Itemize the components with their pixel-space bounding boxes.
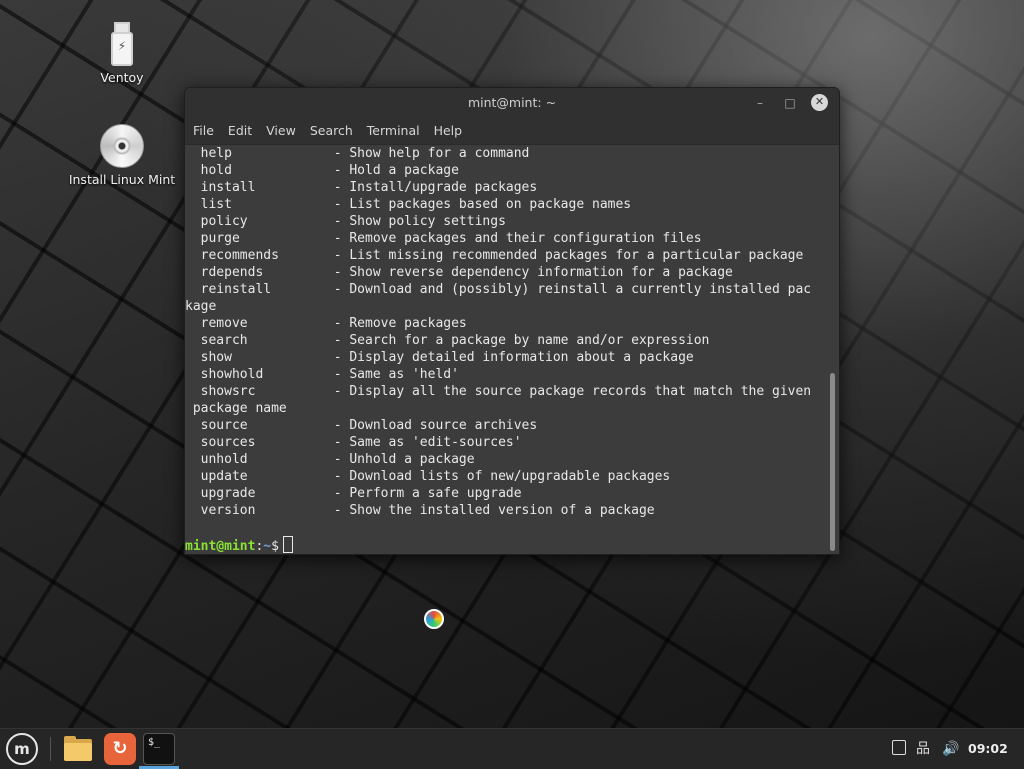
menu-file[interactable]: File — [193, 123, 214, 138]
menu-terminal[interactable]: Terminal — [367, 123, 420, 138]
menu-help[interactable]: Help — [434, 123, 463, 138]
network-icon[interactable]: 品 — [916, 729, 930, 769]
menu-edit[interactable]: Edit — [228, 123, 252, 138]
update-manager-icon[interactable]: ↻ — [104, 733, 136, 765]
tray-notification-icon[interactable] — [892, 729, 906, 769]
shell-prompt: mint@mint:~$ — [185, 536, 827, 553]
terminal-line: help - Show help for a command — [185, 146, 530, 161]
desktop-icon-install-linux-mint[interactable]: Install Linux Mint — [62, 124, 182, 187]
linux-mint-menu-icon[interactable]: m — [6, 733, 38, 765]
terminal-line: showsrc - Display all the source package… — [185, 384, 812, 399]
prompt-user: mint@mint — [185, 539, 256, 553]
disc-icon — [100, 124, 144, 168]
terminal-line: list - List packages based on package na… — [185, 197, 632, 212]
terminal-line: hold - Hold a package — [185, 163, 459, 178]
terminal-line: search - Search for a package by name an… — [185, 333, 710, 348]
terminal-line: kage — [185, 299, 217, 314]
prompt-path: ~ — [263, 539, 272, 553]
text-cursor — [282, 536, 293, 553]
desktop-icon-label: Install Linux Mint — [68, 172, 176, 187]
desktop-icon-ventoy[interactable]: ⚡ Ventoy — [62, 22, 182, 85]
terminal-line: upgrade - Perform a safe upgrade — [185, 486, 522, 501]
close-button[interactable]: ✕ — [811, 94, 828, 111]
prompt-symbol: $ — [271, 539, 279, 553]
menu-search[interactable]: Search — [310, 123, 353, 138]
terminal-line: recommends - List missing recommended pa… — [185, 248, 804, 263]
terminal-line: remove - Remove packages — [185, 316, 467, 331]
taskbar-separator — [50, 737, 51, 761]
minimize-button[interactable]: – — [751, 94, 769, 112]
clock[interactable]: 09:02 — [968, 729, 1008, 769]
desktop-icon-label: Ventoy — [100, 70, 144, 85]
terminal-icon[interactable]: $_ — [143, 733, 175, 765]
usb-drive-icon — [114, 22, 130, 32]
taskbar: m ↻ $_ 品 🔊 09:02 — [0, 728, 1024, 769]
terminal-line: purge - Remove packages and their config… — [185, 231, 702, 246]
folder-icon[interactable] — [62, 733, 94, 765]
terminal-line: sources - Same as 'edit-sources' — [185, 435, 522, 450]
scrollbar-thumb[interactable] — [830, 373, 835, 551]
window-title: mint@mint: ~ — [467, 95, 557, 110]
terminal-line: reinstall - Download and (possibly) rein… — [185, 282, 812, 297]
maximize-button[interactable]: □ — [781, 94, 799, 112]
terminal-output[interactable]: help - Show help for a command hold - Ho… — [185, 145, 827, 553]
volume-icon[interactable]: 🔊 — [942, 729, 959, 769]
terminal-line: policy - Show policy settings — [185, 214, 506, 229]
mouse-pointer-icon — [424, 609, 444, 629]
terminal-line: rdepends - Show reverse dependency infor… — [185, 265, 733, 280]
terminal-line: package name — [185, 401, 287, 416]
terminal-line: version - Show the installed version of … — [185, 503, 655, 518]
terminal-line: showhold - Same as 'held' — [185, 367, 459, 382]
terminal-line: source - Download source archives — [185, 418, 538, 433]
terminal-window[interactable]: mint@mint: ~ – □ ✕ File Edit View Search… — [184, 87, 840, 555]
terminal-line: show - Display detailed information abou… — [185, 350, 694, 365]
terminal-line: install - Install/upgrade packages — [185, 180, 538, 195]
window-titlebar[interactable]: mint@mint: ~ – □ ✕ — [185, 88, 839, 117]
terminal-line: update - Download lists of new/upgradabl… — [185, 469, 671, 484]
terminal-lines: help - Show help for a command hold - Ho… — [185, 145, 827, 519]
menu-view[interactable]: View — [266, 123, 296, 138]
terminal-line: unhold - Unhold a package — [185, 452, 475, 467]
menu-bar: File Edit View Search Terminal Help — [185, 117, 839, 145]
terminal-scrollbar[interactable] — [829, 145, 837, 553]
